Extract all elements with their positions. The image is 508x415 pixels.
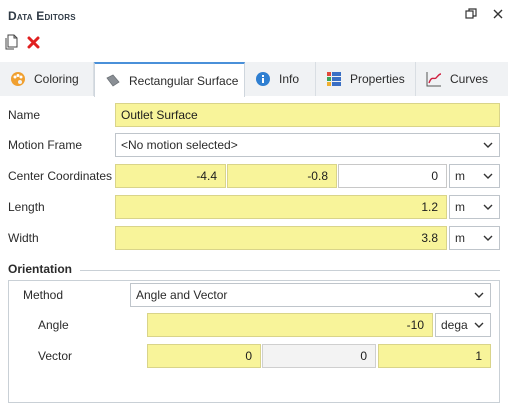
length-label: Length	[8, 200, 45, 214]
length-unit-select[interactable]: m	[449, 195, 500, 219]
vector-z-input[interactable]: 1	[378, 344, 491, 368]
center-unit-select[interactable]: m	[449, 164, 500, 188]
width-label: Width	[8, 231, 39, 245]
unit-value: dega	[441, 318, 468, 332]
new-document-icon[interactable]	[3, 32, 21, 52]
tab-label: Rectangular Surface	[129, 73, 239, 88]
tab-label: Coloring	[34, 72, 79, 86]
tab-properties[interactable]: Properties	[316, 62, 416, 96]
unit-value: m	[455, 200, 465, 214]
tab-info[interactable]: Info	[245, 62, 316, 96]
name-label: Name	[8, 108, 41, 122]
angle-label: Angle	[38, 318, 69, 332]
motion-frame-value: <No motion selected>	[121, 138, 238, 152]
chevron-down-icon	[481, 231, 495, 245]
angle-unit-select[interactable]: dega	[435, 313, 491, 337]
orientation-title: Orientation	[8, 262, 79, 276]
tab-label: Curves	[450, 72, 489, 86]
info-icon	[255, 71, 271, 87]
surface-icon	[105, 73, 121, 89]
unit-value: m	[455, 231, 465, 245]
method-select[interactable]: Angle and Vector	[130, 283, 491, 307]
motion-frame-select[interactable]: <No motion selected>	[115, 133, 500, 157]
vector-label: Vector	[38, 349, 73, 363]
center-x-input[interactable]: -4.4	[115, 164, 226, 188]
title-bar: Data Editors	[0, 0, 508, 30]
length-input[interactable]: 1.2	[115, 195, 447, 219]
restore-icon[interactable]	[463, 6, 479, 22]
palette-icon	[10, 71, 26, 87]
window-title: Data Editors	[8, 9, 76, 23]
center-coordinates-label: Center Coordinates	[8, 169, 113, 183]
tab-rectangular-surface[interactable]: Rectangular Surface	[94, 62, 245, 97]
angle-input[interactable]: -10	[147, 313, 433, 337]
properties-icon	[326, 71, 342, 87]
motion-frame-label: Motion Frame	[8, 138, 83, 152]
delete-x-icon[interactable]	[24, 32, 42, 52]
tab-label: Info	[279, 72, 300, 86]
divider	[80, 270, 500, 271]
vector-x-input[interactable]: 0	[147, 344, 261, 368]
method-value: Angle and Vector	[136, 288, 228, 302]
width-input[interactable]: 3.8	[115, 226, 447, 250]
chevron-down-icon	[481, 169, 495, 183]
center-z-input[interactable]: 0	[338, 164, 447, 188]
curves-icon	[426, 71, 442, 87]
tab-bar: Coloring Rectangular Surface Info Proper…	[0, 62, 508, 97]
name-input[interactable]: Outlet Surface	[115, 103, 500, 127]
chevron-down-icon	[481, 138, 495, 152]
tab-label: Properties	[350, 72, 405, 86]
vector-y-input[interactable]: 0	[262, 344, 376, 368]
method-label: Method	[23, 288, 64, 302]
chevron-down-icon	[472, 318, 486, 332]
chevron-down-icon	[472, 288, 486, 302]
center-y-input[interactable]: -0.8	[227, 164, 337, 188]
toolbar	[0, 32, 200, 52]
tab-curves[interactable]: Curves	[416, 62, 508, 96]
unit-value: m	[455, 169, 465, 183]
chevron-down-icon	[481, 200, 495, 214]
close-icon[interactable]	[490, 6, 506, 22]
width-unit-select[interactable]: m	[449, 226, 500, 250]
tab-coloring[interactable]: Coloring	[0, 62, 94, 96]
